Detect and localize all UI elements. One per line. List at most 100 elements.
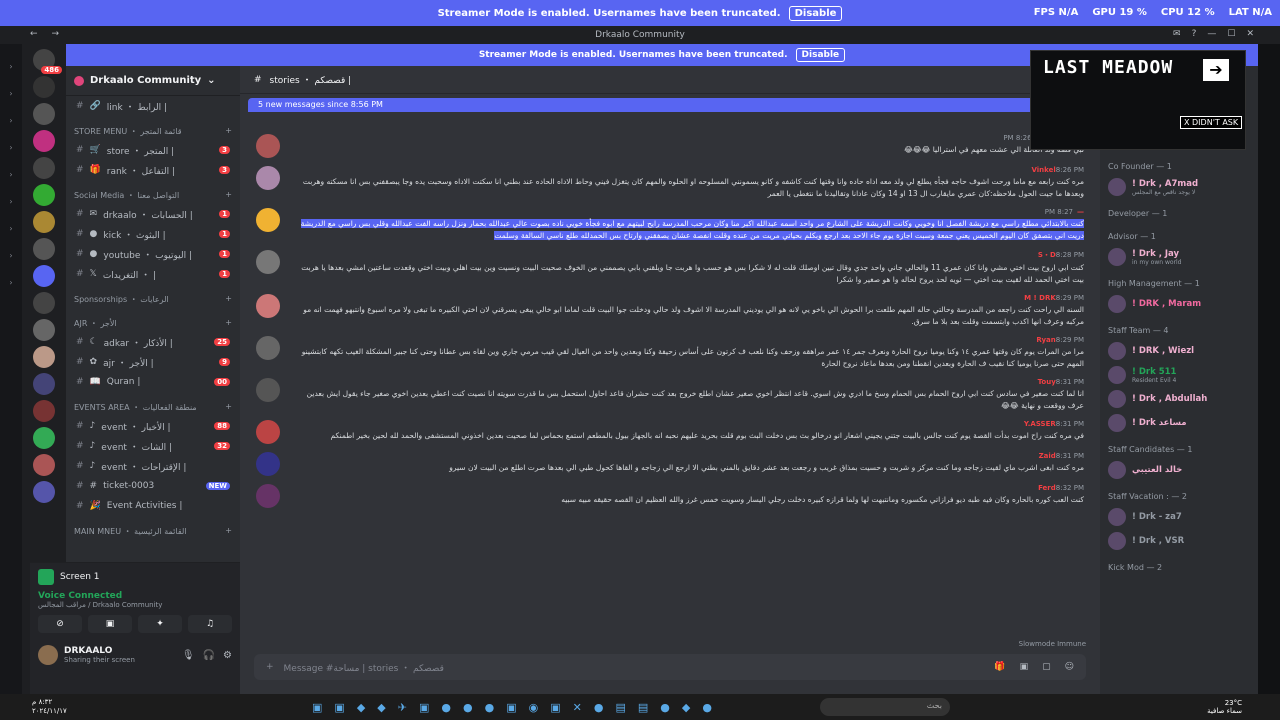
- close-icon[interactable]: ✕: [1246, 29, 1254, 39]
- avatar[interactable]: [256, 250, 280, 274]
- member-item[interactable]: ! Drk , Jay in my own world: [1100, 245, 1258, 269]
- avatar[interactable]: [256, 420, 280, 444]
- message-author[interactable]: M ! DRK: [1024, 294, 1056, 302]
- app-icon[interactable]: ▤: [615, 701, 625, 714]
- member-item[interactable]: ! DRK , Wiezl: [1100, 339, 1258, 363]
- gif-icon[interactable]: ▣: [1020, 662, 1029, 672]
- channel-item[interactable]: # 🔗 link ・ الرابط |: [66, 96, 240, 116]
- avatar[interactable]: [256, 134, 280, 158]
- message[interactable]: Ferd8:32 PM كنت العب كوره بالحاره وكان في…: [240, 480, 1100, 512]
- channel-item[interactable]: # 🛒 store ・ المتجر | 3: [66, 140, 240, 160]
- server-icon[interactable]: [33, 400, 55, 422]
- server-icon[interactable]: 486: [33, 49, 62, 74]
- app-icon[interactable]: ✕: [573, 701, 582, 714]
- minimize-icon[interactable]: —: [1207, 29, 1216, 39]
- add-channel-icon[interactable]: +: [225, 318, 232, 329]
- server-icon[interactable]: [33, 184, 55, 206]
- channel-item[interactable]: # ☾ adkar ・ الأذكار | 25: [66, 332, 240, 352]
- channel-category[interactable]: Social Media ・ التواصل معنا +: [66, 180, 240, 204]
- channel-item[interactable]: # 🎁 rank ・ التفاعل | 3: [66, 160, 240, 180]
- channel-item[interactable]: # 𝕏 التغريدات ・ | 1: [66, 264, 240, 284]
- emoji-icon[interactable]: ☺: [1065, 662, 1074, 672]
- mic-icon[interactable]: 🎙: [182, 650, 195, 661]
- channel-item[interactable]: # ♪ event ・ الشات | 32: [66, 436, 240, 456]
- member-item[interactable]: ! Drk , VSR: [1100, 529, 1258, 553]
- avatar[interactable]: [256, 378, 280, 402]
- add-channel-icon[interactable]: +: [225, 402, 232, 413]
- message[interactable]: Vinkel8:26 PM مره كنت رابعه مع ماما ورحت …: [240, 162, 1100, 204]
- avatar[interactable]: [38, 645, 58, 665]
- add-channel-icon[interactable]: +: [225, 126, 232, 137]
- message-input[interactable]: + Message #مساحة | stories ・ قصصكم 🎁 ▣ ▢ ☺: [254, 654, 1086, 680]
- message[interactable]: Zaid8:31 PM مره كنت ابغى اشرب ماي لقيت زج…: [240, 448, 1100, 480]
- message-author[interactable]: —: [1077, 208, 1084, 216]
- activities-icon[interactable]: ✦: [138, 615, 182, 633]
- app-icon[interactable]: ◆: [377, 701, 385, 714]
- forward-icon[interactable]: →: [52, 29, 60, 39]
- help-icon[interactable]: ?: [1192, 29, 1197, 39]
- back-icon[interactable]: ←: [30, 29, 38, 39]
- channel-category[interactable]: AJR ・ الأجر +: [66, 308, 240, 332]
- channel-category[interactable]: Sponsorships ・ الرعايات +: [66, 284, 240, 308]
- stream-preview[interactable]: LAST MEADOW ➔: [1030, 50, 1246, 150]
- avatar[interactable]: [256, 484, 280, 508]
- server-icon[interactable]: [33, 292, 55, 314]
- avatar[interactable]: [256, 452, 280, 476]
- server-icon[interactable]: [33, 481, 55, 503]
- add-channel-icon[interactable]: +: [225, 526, 232, 537]
- app-icon[interactable]: ▣: [550, 701, 560, 714]
- share-screen-icon[interactable]: ▣: [88, 615, 132, 633]
- new-messages-bar[interactable]: 5 new messages since 8:56 PM: [248, 98, 1092, 112]
- headphones-icon[interactable]: 🎧: [203, 650, 215, 661]
- member-item[interactable]: ! DRK , Maram: [1100, 292, 1258, 316]
- app-icon[interactable]: ◆: [357, 701, 365, 714]
- message[interactable]: Touy8:31 PM انا لما كنت صغير في سادس كنت …: [240, 374, 1100, 416]
- server-icon[interactable]: [33, 238, 55, 260]
- voice-channel[interactable]: مراقب المجالس / Drkaalo Community: [30, 601, 240, 609]
- app-icon[interactable]: ●: [702, 701, 712, 714]
- add-channel-icon[interactable]: +: [225, 294, 232, 305]
- channel-category[interactable]: MAIN MNEU ・ القائمة الرئيسية +: [66, 516, 240, 540]
- message-author[interactable]: Vinkel: [1031, 166, 1055, 174]
- channel-item[interactable]: # ♪ event ・ الأخبار | 88: [66, 416, 240, 436]
- channel-category[interactable]: EVENTS AREA ・ منطقة الفعاليات +: [66, 392, 240, 416]
- app-icon[interactable]: ◆: [682, 701, 690, 714]
- app-icon[interactable]: ●: [463, 701, 473, 714]
- channel-item[interactable]: # ● kick ・ البثوث | 1: [66, 224, 240, 244]
- avatar[interactable]: [256, 336, 280, 360]
- server-icon[interactable]: [33, 319, 55, 341]
- discord-icon[interactable]: ◉: [529, 701, 539, 714]
- app-icon[interactable]: ●: [485, 701, 495, 714]
- server-icon[interactable]: [33, 373, 55, 395]
- server-icon[interactable]: [33, 211, 55, 233]
- channel-item[interactable]: # 🎉 Event Activities |: [66, 496, 240, 516]
- taskbar-search[interactable]: بحث: [820, 698, 950, 716]
- channel-item[interactable]: # ♪ event ・ الإقتراحات |: [66, 456, 240, 476]
- member-item[interactable]: ! Drk مساعد: [1100, 411, 1258, 435]
- member-item[interactable]: ! Drk , A7mad لا يوجد ناقص مع المجلس: [1100, 175, 1258, 199]
- message[interactable]: M ! DRK8:29 PM السنه الي راحت كنت راجعه م…: [240, 290, 1100, 332]
- channel-item[interactable]: # ✿ ajr ・ الأجر | 9: [66, 352, 240, 372]
- server-header[interactable]: Drkaalo Community ⌄: [66, 66, 240, 96]
- member-item[interactable]: ! Drk 511 Resident Evil 4: [1100, 363, 1258, 387]
- message-author[interactable]: Y.ASSER: [1024, 420, 1056, 428]
- server-icon[interactable]: [33, 130, 55, 152]
- channel-category[interactable]: STORE MENU ・ قائمة المتجر +: [66, 116, 240, 140]
- message-author[interactable]: Ryan: [1036, 336, 1055, 344]
- gear-icon[interactable]: ⚙: [223, 650, 232, 661]
- add-attachment-icon[interactable]: +: [266, 662, 274, 672]
- member-item[interactable]: ! Drk - za7: [1100, 505, 1258, 529]
- app-icon[interactable]: ▤: [638, 701, 648, 714]
- message[interactable]: Y.ASSER8:31 PM في مره كنت راح اموت بدأت ا…: [240, 416, 1100, 448]
- message-author[interactable]: Touy: [1038, 378, 1056, 386]
- app-icon[interactable]: ▣: [506, 701, 516, 714]
- message[interactable]: — 8:27 PM كنت بالابتدائي مطلع راسي مع دريش…: [240, 204, 1100, 246]
- app-icon[interactable]: ●: [594, 701, 604, 714]
- app-icon[interactable]: ●: [660, 701, 670, 714]
- member-item[interactable]: خالد العتيبي: [1100, 458, 1258, 482]
- disable-streamer-button[interactable]: Disable: [788, 5, 843, 21]
- app-icon[interactable]: ▣: [419, 701, 429, 714]
- app-icon[interactable]: ▣: [312, 701, 322, 714]
- server-icon[interactable]: [33, 157, 55, 179]
- server-icon[interactable]: [33, 76, 55, 98]
